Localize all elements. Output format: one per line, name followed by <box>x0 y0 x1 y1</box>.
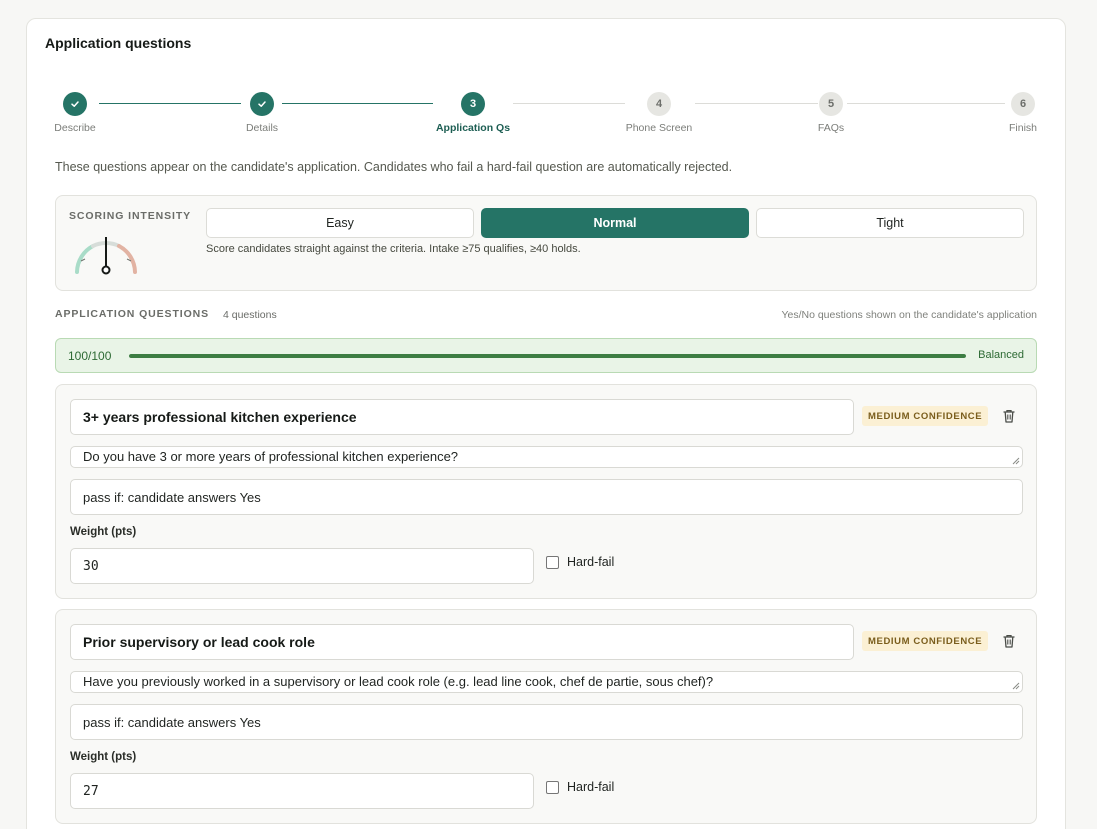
stepper: Describe Details 3 Application Qs 4 Phon… <box>54 92 1038 136</box>
resize-grip-icon[interactable] <box>1012 457 1020 465</box>
trash-icon[interactable] <box>1001 408 1017 424</box>
check-icon <box>258 101 266 107</box>
step-1-label: Describe <box>54 122 96 134</box>
score-fill <box>129 354 966 358</box>
check-icon <box>71 101 79 107</box>
scoring-intensity-label: SCORING INTENSITY <box>69 210 192 222</box>
step-connector <box>695 103 818 104</box>
question-text: Have you previously worked in a supervis… <box>83 674 714 689</box>
weight-label: Weight (pts) <box>70 751 137 763</box>
scoring-description: Score candidates straight against the cr… <box>206 243 581 255</box>
trash-icon[interactable] <box>1001 633 1017 649</box>
card-title: Application questions <box>45 35 192 51</box>
hard-fail-checkbox[interactable] <box>546 780 559 794</box>
gauge-icon <box>75 237 137 275</box>
scoring-normal-button[interactable]: Normal <box>481 208 749 238</box>
score-progress: 100/100 Balanced <box>55 338 1037 373</box>
step-4-dot[interactable]: 4 <box>647 92 671 116</box>
step-connector <box>99 103 241 104</box>
step-6-dot[interactable]: 6 <box>1011 92 1035 116</box>
step-1-check-icon[interactable] <box>63 92 87 116</box>
question-text-area[interactable]: Have you previously worked in a supervis… <box>70 671 1023 693</box>
scoring-easy-button[interactable]: Easy <box>206 208 474 238</box>
weight-input[interactable]: 27 <box>70 773 534 809</box>
hard-fail-label: Hard-fail <box>567 555 615 569</box>
hard-fail-toggle[interactable]: Hard-fail <box>546 780 614 794</box>
confidence-badge: MEDIUM CONFIDENCE <box>862 631 989 651</box>
question-title-input[interactable]: Prior supervisory or lead cook role <box>70 624 854 660</box>
weight-input[interactable]: 30 <box>70 548 534 584</box>
step-connector <box>282 103 433 104</box>
step-5-dot[interactable]: 5 <box>819 92 843 116</box>
resize-grip-icon[interactable] <box>1012 682 1020 690</box>
step-6-label: Finish <box>1008 122 1038 134</box>
question-card: Prior supervisory or lead cook role MEDI… <box>55 609 1037 824</box>
score-track <box>129 354 966 358</box>
step-4-label: Phone Screen <box>625 122 693 134</box>
question-title-input[interactable]: 3+ years professional kitchen experience <box>70 399 854 435</box>
weight-label: Weight (pts) <box>70 526 137 538</box>
pass-rule-input[interactable]: pass if: candidate answers Yes <box>70 704 1023 740</box>
score-value: 100/100 <box>68 349 112 363</box>
step-2-check-icon[interactable] <box>250 92 274 116</box>
score-status: Balanced <box>978 349 1024 361</box>
confidence-badge: MEDIUM CONFIDENCE <box>862 406 989 426</box>
step-connector <box>513 103 625 104</box>
step-connector <box>847 103 1005 104</box>
hard-fail-checkbox[interactable] <box>546 555 559 569</box>
question-text-area[interactable]: Do you have 3 or more years of professio… <box>70 446 1023 468</box>
step-3-label: Application Qs <box>435 122 511 134</box>
hard-fail-label: Hard-fail <box>567 780 615 794</box>
step-3-dot[interactable]: 3 <box>461 92 485 116</box>
hard-fail-toggle[interactable]: Hard-fail <box>546 555 614 569</box>
application-questions-heading: APPLICATION QUESTIONS <box>55 308 210 320</box>
intro-text: These questions appear on the candidate'… <box>55 160 733 174</box>
pass-rule-input[interactable]: pass if: candidate answers Yes <box>70 479 1023 515</box>
step-5-label: FAQs <box>817 122 845 134</box>
scoring-tight-button[interactable]: Tight <box>756 208 1024 238</box>
step-2-label: Details <box>245 122 279 134</box>
questions-note: Yes/No questions shown on the candidate'… <box>781 309 1037 321</box>
question-count: 4 questions <box>223 309 277 321</box>
question-card: 3+ years professional kitchen experience… <box>55 384 1037 599</box>
question-text: Do you have 3 or more years of professio… <box>83 449 459 464</box>
scoring-intensity-panel: SCORING INTENSITY Easy Normal Tight Scor… <box>55 195 1037 291</box>
